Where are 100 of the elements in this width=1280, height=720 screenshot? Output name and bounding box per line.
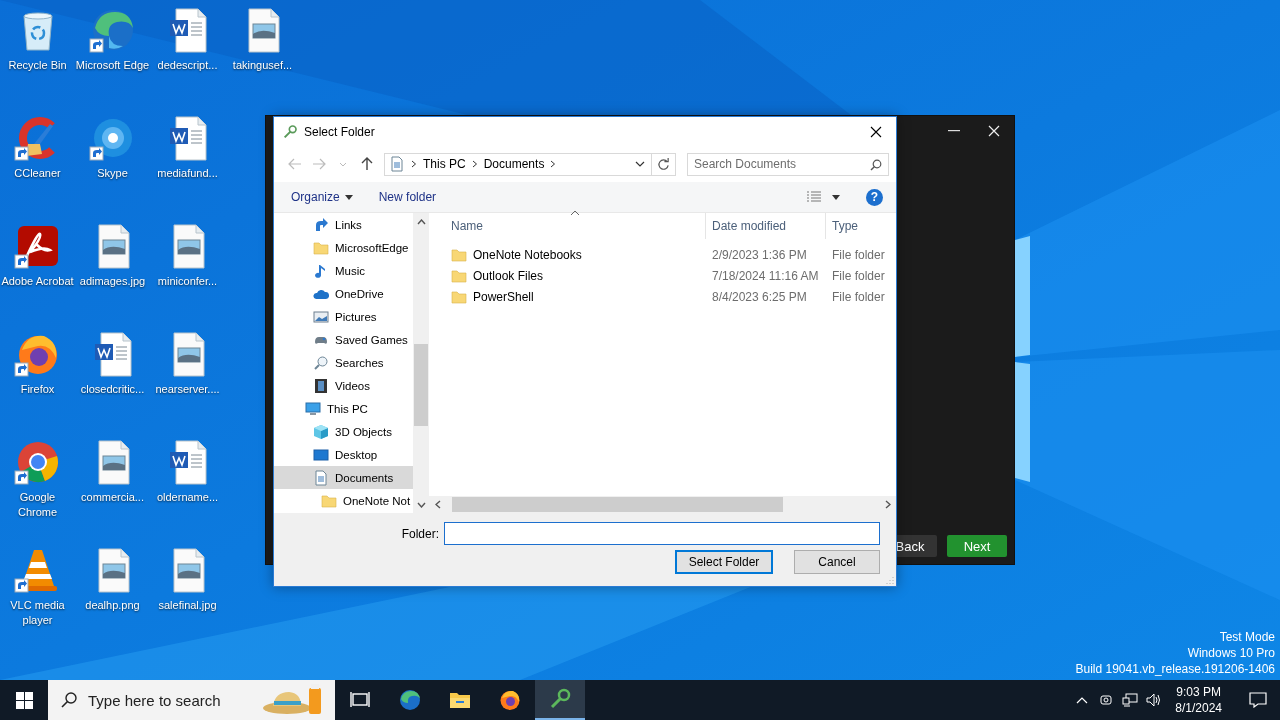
help-button[interactable]: ? xyxy=(866,188,883,206)
icon-label[interactable]: adimages.jpg xyxy=(75,274,150,289)
windows-logo-icon xyxy=(15,691,33,709)
chevron-icon xyxy=(471,160,478,168)
icon-label[interactable]: dedescript... xyxy=(150,58,225,73)
menu-button[interactable]: Organize xyxy=(291,190,353,204)
folder-icon xyxy=(313,239,329,256)
breadcrumb-item[interactable]: This PC xyxy=(423,157,466,171)
icon-label[interactable]: VLC media player xyxy=(0,598,75,628)
folder-icon xyxy=(451,267,467,284)
details-view-icon xyxy=(806,191,822,203)
clock[interactable]: 9:03 PM 8/1/2024 xyxy=(1175,684,1222,716)
up-arrow-icon xyxy=(361,157,373,171)
caret-icon xyxy=(832,194,840,200)
folder-icon xyxy=(451,246,467,263)
search-field[interactable]: Search Documents xyxy=(687,152,889,176)
tree-item[interactable]: Desktop xyxy=(274,443,413,466)
desktop-icon xyxy=(313,446,329,463)
scrollbar-thumb[interactable] xyxy=(452,497,783,512)
taskbar-button[interactable] xyxy=(535,680,585,720)
wrench-icon xyxy=(282,123,298,140)
table-cell[interactable]: OneNote Notebooks xyxy=(429,244,706,265)
scrollbar[interactable] xyxy=(413,213,429,513)
icon-label[interactable]: miniconfer... xyxy=(150,274,225,289)
network-icon xyxy=(1122,693,1139,707)
column-header[interactable]: Date modified xyxy=(706,213,826,239)
toolbar-button[interactable]: New folder xyxy=(378,190,437,204)
icon-label[interactable]: Firefox xyxy=(0,382,75,397)
folder-icon xyxy=(451,288,467,305)
table-cell-text: 7/18/2024 11:16 AM xyxy=(711,267,820,285)
icon-label[interactable]: mediafund... xyxy=(150,166,225,181)
refresh-icon xyxy=(657,157,670,171)
icon-label[interactable]: CCleaner xyxy=(0,166,75,181)
cube-icon xyxy=(313,423,329,440)
search-icon xyxy=(313,354,329,371)
next-button[interactable]: Next xyxy=(947,535,1007,557)
tree-item[interactable]: Saved Games xyxy=(274,328,413,351)
tree-item[interactable]: MicrosoftEdge xyxy=(274,236,413,259)
table-cell-text: File folder xyxy=(831,246,886,264)
tree-item[interactable]: OneNote Not xyxy=(274,489,413,512)
table-cell[interactable]: Outlook Files xyxy=(429,265,706,286)
speaker-icon xyxy=(1146,693,1163,707)
icon-label[interactable]: Skype xyxy=(75,166,150,181)
column-header[interactable]: Type xyxy=(826,213,896,239)
scroll-right-icon xyxy=(884,500,891,509)
close-icon xyxy=(988,125,1000,137)
scroll-up-icon xyxy=(416,218,426,225)
icon-label[interactable]: salefinal.jpg xyxy=(150,598,225,613)
tree-item[interactable]: Searches xyxy=(274,351,413,374)
icon-label[interactable]: closedcritic... xyxy=(75,382,150,397)
resize-grip-icon[interactable] xyxy=(884,574,894,584)
tree-item[interactable]: Music xyxy=(274,259,413,282)
tree-item[interactable]: Videos xyxy=(274,374,413,397)
icon-label[interactable]: commercia... xyxy=(75,490,150,505)
icon-label[interactable]: nearserver.... xyxy=(150,382,225,397)
search-field[interactable]: Type here to search xyxy=(48,680,335,720)
icon-label[interactable]: dealhp.png xyxy=(75,598,150,613)
scroll-down-icon xyxy=(416,501,426,508)
link-icon xyxy=(313,216,329,233)
system-info-text: Build 19041.vb_release.191206-1406 xyxy=(1075,661,1275,677)
table-cell-text: 8/4/2023 6:25 PM xyxy=(711,288,808,306)
select-folder-button[interactable]: Select Folder xyxy=(675,550,773,574)
address-bar[interactable]: This PC Documents xyxy=(384,152,652,176)
icon-label[interactable]: Adobe Acrobat xyxy=(0,274,75,289)
back-arrow-icon xyxy=(288,158,302,170)
scrollbar[interactable] xyxy=(429,496,896,513)
scrollbar-thumb[interactable] xyxy=(414,344,428,426)
breadcrumb-item[interactable]: Documents xyxy=(483,157,545,171)
dropdown-caret-icon xyxy=(635,161,645,167)
tree-item[interactable]: Documents xyxy=(274,466,413,489)
tree-item[interactable]: This PC xyxy=(274,397,413,420)
table-cell[interactable]: PowerShell xyxy=(429,286,706,307)
document-icon xyxy=(389,156,405,172)
field-label: Folder: xyxy=(401,526,439,541)
film-icon xyxy=(313,377,329,394)
tree-item[interactable]: Links xyxy=(274,213,413,236)
input-field[interactable] xyxy=(444,522,880,545)
column-header[interactable]: Name xyxy=(429,213,706,239)
view-button[interactable] xyxy=(806,191,840,203)
table-cell-text: File folder xyxy=(831,288,886,306)
webcam-icon xyxy=(1099,693,1114,707)
scroll-left-icon xyxy=(434,500,441,509)
icon-label[interactable]: Recycle Bin xyxy=(0,58,75,73)
search-icon xyxy=(61,692,77,708)
computer-icon xyxy=(305,400,321,417)
browser-icon xyxy=(398,688,422,712)
icon-label[interactable]: takingusef... xyxy=(225,58,300,73)
caret-icon xyxy=(344,194,353,200)
tree-item[interactable]: OneDrive xyxy=(274,282,413,305)
caret-icon xyxy=(339,161,347,167)
folder-icon xyxy=(321,492,337,509)
search-icon xyxy=(870,158,882,171)
tree-item[interactable]: 3D Objects xyxy=(274,420,413,443)
icon-label[interactable]: Microsoft Edge xyxy=(75,58,150,73)
tree-item[interactable]: Pictures xyxy=(274,305,413,328)
cancel-button[interactable]: Cancel xyxy=(794,550,880,574)
refresh-button[interactable] xyxy=(652,152,676,176)
chevron-icon xyxy=(411,160,417,168)
icon-label[interactable]: oldername... xyxy=(150,490,225,505)
icon-label[interactable]: Google Chrome xyxy=(0,490,75,520)
